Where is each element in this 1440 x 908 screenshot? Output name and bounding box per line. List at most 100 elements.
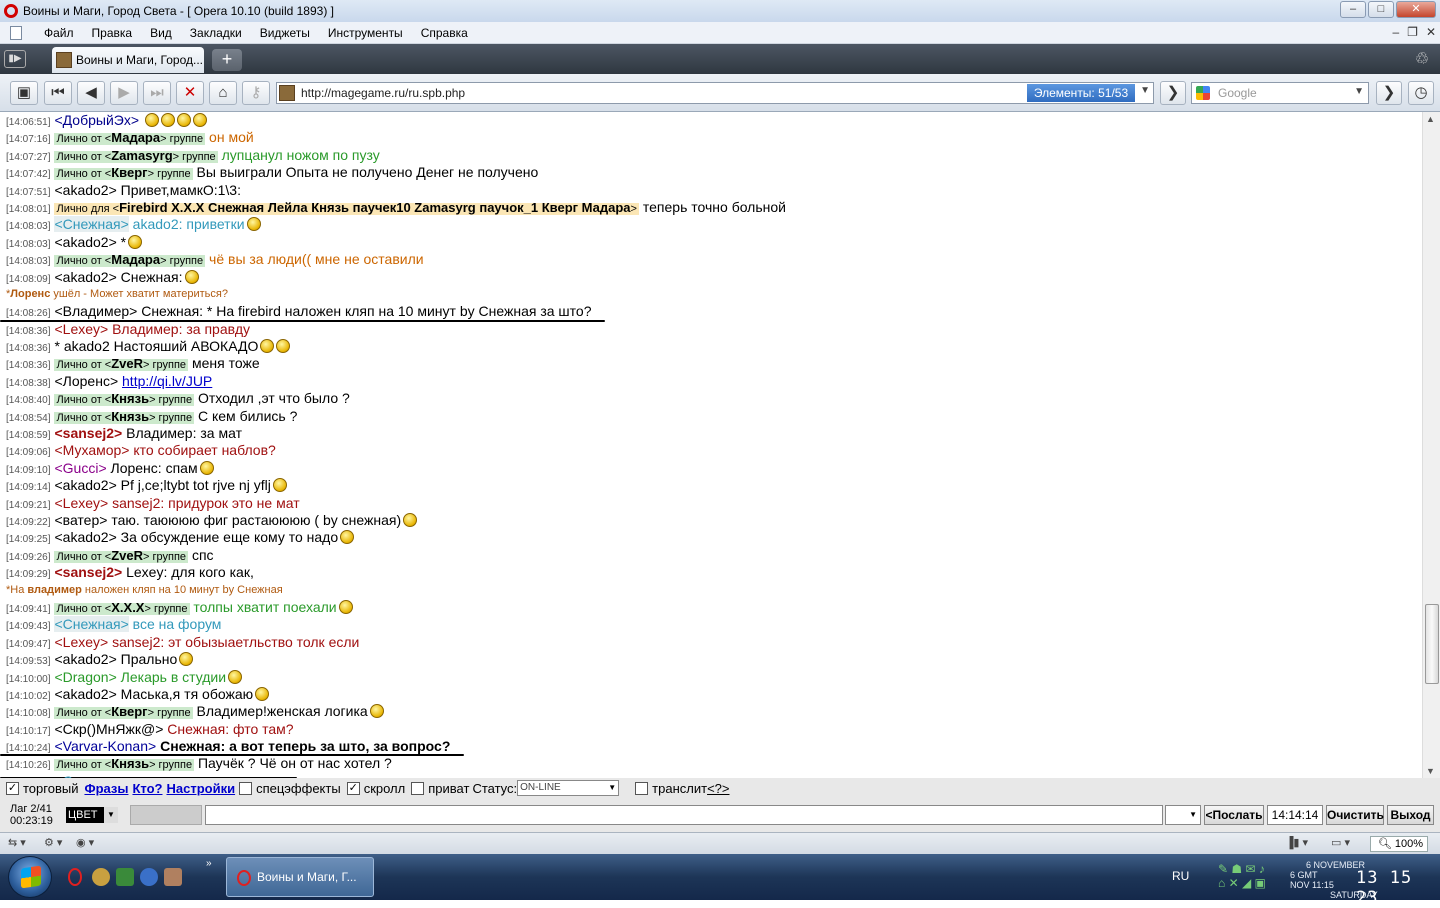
sender-nick[interactable]: Кверг xyxy=(111,704,147,719)
tray-icons[interactable]: ✎ ☗ ✉ ♪⌂ ✕ ◢ ▣ xyxy=(1218,862,1266,890)
sender-nick[interactable]: Кверг xyxy=(111,165,147,180)
sender-nick[interactable]: Мадара xyxy=(111,252,160,267)
zoom-select[interactable]: 🔍︎ 100% ▾ xyxy=(1370,836,1428,852)
sender-nick[interactable]: ZveR xyxy=(111,356,143,371)
translit-checkbox[interactable] xyxy=(635,782,648,795)
message-timestamp[interactable]: [14:08:59] xyxy=(6,430,50,441)
view-icon[interactable]: ▭ ▾ xyxy=(1331,836,1350,849)
forward-icon[interactable]: ▶ xyxy=(110,81,138,105)
status-select[interactable]: ON-LINE xyxy=(517,780,619,796)
message-timestamp[interactable]: [14:10:24] xyxy=(6,743,50,754)
sender-nick[interactable]: <akado2> xyxy=(54,234,116,250)
message-timestamp[interactable]: [14:07:42] xyxy=(6,169,50,180)
message-timestamp[interactable]: [14:10:08] xyxy=(6,708,50,719)
unite-icon[interactable]: ⚙ ▾ xyxy=(44,836,62,849)
message-timestamp[interactable]: [14:08:36] xyxy=(6,360,50,371)
sender-nick[interactable]: * akado2 xyxy=(54,338,109,354)
back-icon[interactable]: ◀ xyxy=(77,81,105,105)
private-checkbox[interactable] xyxy=(411,782,424,795)
key-icon[interactable]: ⚷ xyxy=(242,81,270,105)
message-timestamp[interactable]: [14:08:54] xyxy=(6,413,50,424)
panels-icon[interactable]: ▐▮ ▾ xyxy=(1286,836,1308,849)
message-timestamp[interactable]: [14:07:51] xyxy=(6,187,50,198)
message-timestamp[interactable]: [14:08:38] xyxy=(6,378,50,389)
system-nick[interactable]: Лоренс xyxy=(10,288,50,300)
maximize-button[interactable]: □ xyxy=(1368,1,1394,18)
message-timestamp[interactable]: [14:09:41] xyxy=(6,604,50,615)
scroll-down-icon[interactable]: ▼ xyxy=(1426,766,1435,776)
sender-nick[interactable]: <akado2> xyxy=(54,269,116,285)
search-go-icon[interactable]: ❯ xyxy=(1376,81,1402,105)
sender-nick[interactable]: <akado2> xyxy=(54,182,116,198)
sender-nick[interactable]: <akado2> xyxy=(54,651,116,667)
message-timestamp[interactable]: [14:08:40] xyxy=(6,395,50,406)
message-timestamp[interactable]: [14:08:01] xyxy=(6,204,50,215)
start-button[interactable] xyxy=(8,856,52,898)
message-timestamp[interactable]: [14:10:02] xyxy=(6,691,50,702)
message-timestamp[interactable]: [14:09:53] xyxy=(6,656,50,667)
tab-restore-button[interactable]: ❐ xyxy=(1407,25,1418,39)
sender-nick[interactable]: <akado2> xyxy=(54,477,116,493)
message-timestamp[interactable]: [14:09:26] xyxy=(6,552,50,563)
sender-nick[interactable]: <ватер> xyxy=(54,512,107,528)
sender-nick[interactable]: <Gucci> xyxy=(54,460,106,476)
message-input[interactable] xyxy=(205,805,1163,825)
sender-nick[interactable]: Мадара xyxy=(111,130,160,145)
sender-nick[interactable]: <Dragon> xyxy=(54,669,116,685)
address-bar[interactable]: http://magegame.ru/ru.spb.php Элементы: … xyxy=(276,82,1154,104)
message-timestamp[interactable]: [14:08:03] xyxy=(6,256,50,267)
chat-scrollbar[interactable]: ▲ ▼ xyxy=(1422,112,1440,778)
translit-help-link[interactable]: <?> xyxy=(707,781,729,796)
expand-icon[interactable]: » xyxy=(206,858,212,869)
effects-checkbox[interactable] xyxy=(239,782,252,795)
message-timestamp[interactable]: [14:07:27] xyxy=(6,152,50,163)
message-timestamp[interactable]: [14:07:16] xyxy=(6,134,50,145)
message-timestamp[interactable]: [14:09:43] xyxy=(6,621,50,632)
message-timestamp[interactable]: [14:09:25] xyxy=(6,534,50,545)
search-input[interactable]: Google ▼ xyxy=(1191,82,1369,104)
menu-help[interactable]: Справка xyxy=(421,26,468,40)
menu-file[interactable]: Файл xyxy=(44,26,74,40)
history-icon[interactable]: ◷ xyxy=(1408,81,1434,105)
message-timestamp[interactable]: [14:10:17] xyxy=(6,726,50,737)
message-timestamp[interactable]: [14:08:09] xyxy=(6,274,50,285)
chevron-down-icon[interactable]: ▼ xyxy=(1140,85,1150,96)
sender-nick[interactable]: Князь xyxy=(111,409,149,424)
message-timestamp[interactable]: [14:08:26] xyxy=(6,308,50,319)
opera-quicklaunch-icon[interactable] xyxy=(68,868,82,886)
message-timestamp[interactable]: [14:10:26] xyxy=(6,760,50,771)
trash-icon[interactable]: ♲ xyxy=(1410,49,1434,71)
message-timestamp[interactable]: [14:09:22] xyxy=(6,517,50,528)
sender-nick[interactable]: <Снежная> xyxy=(54,216,128,232)
rewind-icon[interactable]: ⏮ xyxy=(44,81,72,105)
sender-nick[interactable]: <Владимер> xyxy=(54,303,137,319)
media-quicklaunch-icon[interactable] xyxy=(164,868,182,886)
message-timestamp[interactable]: [14:08:36] xyxy=(6,326,50,337)
sender-nick[interactable]: <akado2> xyxy=(54,686,116,702)
message-timestamp[interactable]: [14:09:21] xyxy=(6,500,50,511)
message-timestamp[interactable]: [14:09:14] xyxy=(6,482,50,493)
sender-nick[interactable]: <ДобрыйЭх> xyxy=(54,112,139,128)
home-icon[interactable]: ⌂ xyxy=(209,81,237,105)
system-nick[interactable]: владимер xyxy=(27,584,81,596)
sender-nick[interactable]: X.X.X xyxy=(111,600,144,615)
menu-widgets[interactable]: Виджеты xyxy=(260,26,310,40)
scroll-checkbox[interactable]: ✓ xyxy=(347,782,360,795)
sender-nick[interactable]: Князь xyxy=(111,756,149,771)
sender-nick[interactable]: <sansej2> xyxy=(54,564,122,580)
message-timestamp[interactable]: [14:09:29] xyxy=(6,569,50,580)
elements-counter[interactable]: Элементы: 51/53 xyxy=(1027,84,1135,102)
menu-view[interactable]: Вид xyxy=(150,26,172,40)
sync-icon[interactable]: ⇆ ▾ xyxy=(8,836,26,849)
sender-nick[interactable]: <Lexey> xyxy=(54,634,108,650)
recipient-select[interactable]: ▼ xyxy=(1165,805,1201,825)
turbo-icon[interactable]: ◉ ▾ xyxy=(76,836,94,849)
panel-toggle-icon[interactable]: ▮▶ xyxy=(4,50,26,68)
tab-active[interactable]: Воины и Маги, Город... xyxy=(52,47,204,73)
who-link[interactable]: Кто? xyxy=(132,781,162,796)
sender-nick[interactable]: Zamasyrg xyxy=(111,148,172,163)
phrases-link[interactable]: Фразы xyxy=(84,781,128,796)
recipient-nicks[interactable]: Firebird X.X.X Снежная Лейла Князь пауче… xyxy=(119,200,630,215)
sender-nick[interactable]: <Varvar-Konan> xyxy=(54,738,156,754)
close-button[interactable]: ✕ xyxy=(1396,1,1436,18)
